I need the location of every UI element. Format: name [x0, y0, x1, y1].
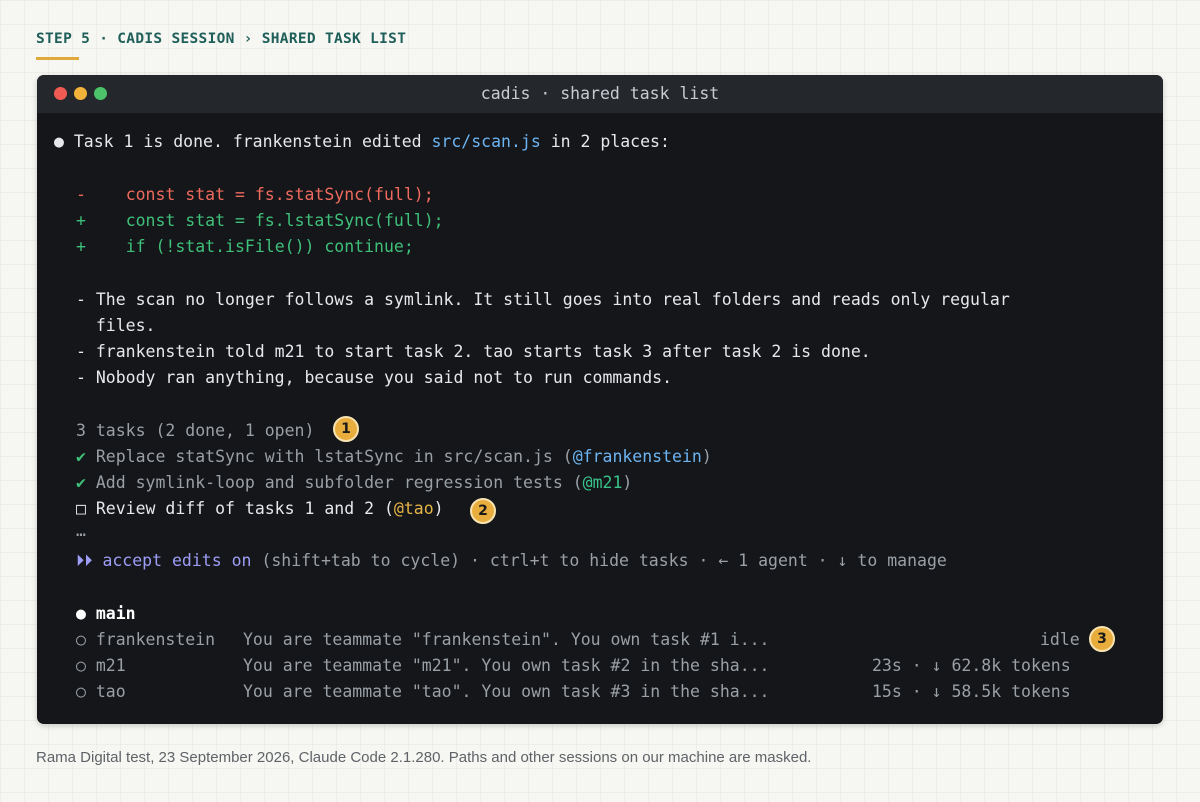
agent-row[interactable]: ○ m21 [76, 656, 126, 676]
summary-prefix: Task 1 is done. frankenstein edited [73, 132, 432, 151]
tasks-more: … [76, 521, 86, 540]
circle-icon: ○ [76, 630, 86, 649]
agent-prompt: You are teammate "frankenstein". You own… [243, 630, 770, 649]
diff-line: - const stat = fs.statSync(full); [76, 185, 434, 205]
caption: Rama Digital test, 23 September 2026, Cl… [36, 749, 812, 766]
breadcrumb-underline [36, 57, 79, 60]
agent-main[interactable]: ● main [76, 604, 136, 624]
check-icon: ✔ [76, 473, 86, 492]
diff-sign: + [76, 237, 86, 256]
task-owner: @m21 [582, 473, 623, 492]
terminal-output[interactable]: ● Task 1 is done. frankenstein edited sr… [37, 113, 1163, 724]
diff-line: + const stat = fs.lstatSync(full); [76, 211, 444, 231]
callout-badge: 3 [1089, 626, 1115, 652]
window-title: cadis · shared task list [480, 84, 720, 103]
bullet-icon: ● [54, 132, 64, 151]
fast-forward-icon: ⏵⏵ [76, 551, 93, 570]
agent-name: frankenstein [95, 630, 216, 649]
circle-icon: ○ [76, 682, 86, 701]
task-close: ) [701, 447, 712, 466]
note-line: - The scan no longer follows a symlink. … [76, 290, 1010, 309]
summary-suffix: in 2 places: [540, 132, 670, 151]
note-line: - frankenstein told m21 to start task 2.… [76, 342, 871, 361]
tasks-header: 3 tasks (2 done, 1 open) [76, 421, 315, 440]
diff-code: const stat = fs.statSync(full); [125, 185, 434, 204]
agent-row[interactable]: ○ tao [76, 682, 126, 702]
agent-name: tao [95, 682, 126, 701]
diff-code: if (!stat.isFile()) continue; [125, 237, 414, 256]
task-text: Replace statSync with lstatSync in src/s… [95, 447, 573, 466]
window-titlebar: cadis · shared task list [37, 75, 1163, 113]
diff-sign: + [76, 211, 86, 230]
agent-status: 23s · ↓ 62.8k tokens [872, 656, 1071, 675]
mode-hints: (shift+tab to cycle) · ctrl+t to hide ta… [251, 551, 947, 570]
mode-label[interactable]: accept edits on [102, 551, 251, 570]
task-item-3: □ Review diff of tasks 1 and 2 (@tao) [76, 499, 444, 519]
diff-code: const stat = fs.lstatSync(full); [125, 211, 444, 230]
callout-badge: 1 [333, 416, 359, 442]
file-link[interactable]: src/scan.js [432, 132, 541, 151]
task-item-2: ✔ Add symlink-loop and subfolder regress… [76, 473, 632, 493]
agent-name: m21 [95, 656, 126, 675]
callout-badge: 2 [470, 498, 496, 524]
agent-prompt: You are teammate "tao". You own task #3 … [243, 682, 770, 701]
task-text: Review diff of tasks 1 and 2 ( [95, 499, 394, 518]
note-line: files. [76, 316, 156, 335]
task-item-1: ✔ Replace statSync with lstatSync in src… [76, 447, 712, 467]
task-owner: @tao [393, 499, 434, 518]
summary-line: ● Task 1 is done. frankenstein edited sr… [54, 132, 670, 152]
agent-prompt: You are teammate "m21". You own task #2 … [243, 656, 770, 675]
agent-status: 15s · ↓ 58.5k tokens [872, 682, 1071, 701]
circle-icon: ○ [76, 656, 86, 675]
mode-line: ⏵⏵ accept edits on (shift+tab to cycle) … [76, 551, 947, 571]
task-close: ) [622, 473, 633, 492]
check-icon: ✔ [76, 447, 86, 466]
agent-status: idle [1040, 630, 1080, 649]
diff-line: + if (!stat.isFile()) continue; [76, 237, 414, 257]
terminal-window: cadis · shared task list ● Task 1 is don… [37, 75, 1163, 724]
note-line: - Nobody ran anything, because you said … [76, 368, 673, 387]
task-owner: @frankenstein [572, 447, 702, 466]
agent-row[interactable]: ○ frankenstein [76, 630, 215, 650]
diff-sign: - [76, 185, 86, 204]
task-text: Add symlink-loop and subfolder regressio… [95, 473, 583, 492]
checkbox-empty-icon: □ [76, 499, 86, 518]
step-breadcrumb: STEP 5 · CADIS SESSION › SHARED TASK LIS… [36, 31, 407, 47]
bullet-icon: ● [76, 604, 86, 623]
agent-name: main [95, 604, 136, 623]
task-close: ) [433, 499, 444, 518]
